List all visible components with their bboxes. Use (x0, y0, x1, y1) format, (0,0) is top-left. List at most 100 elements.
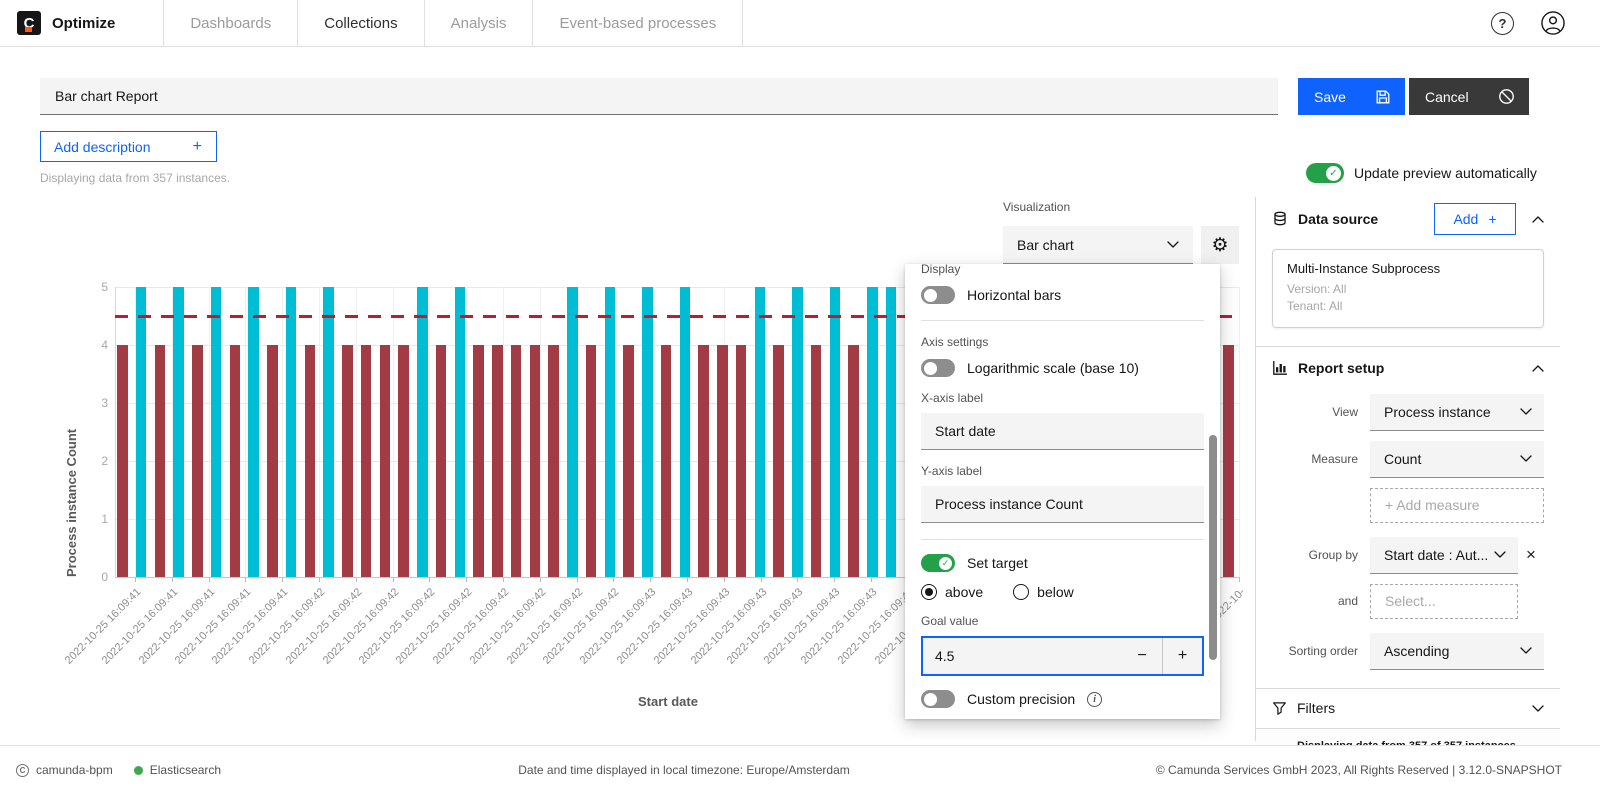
custom-precision-toggle[interactable] (921, 690, 955, 708)
measure-dropdown[interactable]: Count (1370, 441, 1544, 478)
bar (136, 287, 147, 577)
y-axis-label-input[interactable] (921, 486, 1204, 523)
filter-funnel-icon (1272, 701, 1287, 716)
filters-section-header: Filters (1256, 688, 1560, 728)
x-tick-label: 2022-10-25 16:09:43 (611, 586, 733, 708)
bar (755, 287, 766, 577)
gridline (356, 287, 357, 577)
gridline (761, 287, 762, 577)
x-tick-label: 2022-10-25 16:09:42 (206, 586, 328, 708)
info-icon[interactable]: i (1087, 692, 1102, 707)
x-tick-label: 2022-10-25 16:09:41 (95, 586, 217, 708)
x-tick-mark (613, 577, 614, 582)
save-button[interactable]: Save (1298, 78, 1405, 115)
increment-button[interactable]: + (1162, 638, 1202, 674)
bar (698, 345, 709, 577)
visualization-dropdown[interactable]: Bar chart (1003, 226, 1193, 264)
x-tick-mark (319, 577, 320, 582)
y-tick-label: 3 (82, 396, 108, 410)
bar (492, 345, 503, 577)
chart-settings-gear-button[interactable]: ⚙ (1201, 226, 1239, 264)
target-above-radio[interactable] (921, 584, 937, 600)
x-tick-label: 2022-10-25 16:09:42 (279, 586, 401, 708)
toggle-knob (924, 362, 937, 375)
report-setup-title: Report setup (1298, 360, 1522, 376)
bar (380, 345, 391, 577)
and-group-by-select[interactable]: Select... (1370, 584, 1518, 619)
report-title-input[interactable] (40, 78, 1278, 115)
y-axis-line (115, 287, 116, 577)
x-axis-label-input[interactable] (921, 413, 1204, 450)
x-tick-label: 2022-10-25 16:09:43 (574, 586, 696, 708)
x-tick-label: 2022-10-25 16:09:43 (758, 586, 880, 708)
copyright-text: © Camunda Services GmbH 2023, All Rights… (1156, 746, 1562, 794)
chevron-down-icon[interactable] (1532, 705, 1544, 712)
log-scale-toggle[interactable] (921, 359, 955, 377)
x-tick-label: 2022-10-25 16:09:41 (169, 586, 291, 708)
x-tick-label: 2022-10-25 16:09:43 (537, 586, 659, 708)
add-data-source-button[interactable]: Add + (1434, 203, 1516, 235)
gridline (209, 287, 210, 577)
bar (286, 287, 297, 577)
bar (455, 287, 466, 577)
x-tick-label: 2022-10-25 16:09:42 (500, 586, 622, 708)
y-tick-label: 2 (82, 454, 108, 468)
add-description-button[interactable]: Add description + (40, 131, 217, 162)
x-axis-title: Start date (638, 694, 698, 709)
nav-item-dashboards[interactable]: Dashboards (163, 0, 297, 46)
data-source-card[interactable]: Multi-Instance Subprocess Version: All T… (1272, 249, 1544, 328)
chevron-up-icon[interactable] (1532, 216, 1544, 223)
x-tick-mark (245, 577, 246, 582)
nav-divider (742, 0, 743, 47)
gridline (135, 287, 136, 577)
bar (567, 287, 578, 577)
decrement-button[interactable]: − (1122, 638, 1162, 674)
update-preview-toggle[interactable]: ✓ (1306, 163, 1344, 183)
help-icon[interactable]: ? (1491, 12, 1514, 35)
process-name: Multi-Instance Subprocess (1287, 261, 1529, 276)
nav-item-collections[interactable]: Collections (297, 0, 423, 46)
goal-value-input[interactable] (923, 638, 1122, 674)
target-below-radio[interactable] (1013, 584, 1029, 600)
x-tick-mark (282, 577, 283, 582)
group-by-dropdown[interactable]: Start date : Aut... (1370, 537, 1518, 574)
nav-item-analysis[interactable]: Analysis (424, 0, 533, 46)
x-tick-mark (577, 577, 578, 582)
sorting-order-dropdown[interactable]: Ascending (1370, 633, 1544, 670)
nav-item-event-based-processes[interactable]: Event-based processes (532, 0, 742, 46)
footer-elasticsearch: Elasticsearch (150, 763, 221, 777)
add-measure-button[interactable]: + Add measure (1370, 488, 1544, 523)
remove-group-by-button[interactable]: × (1518, 545, 1544, 565)
bar (342, 345, 353, 577)
footer-brand: camunda-bpm (36, 763, 113, 777)
cancel-button[interactable]: Cancel (1409, 78, 1529, 115)
top-navigation-bar: C Optimize Dashboards Collections Analys… (0, 0, 1600, 47)
popup-scrollbar-thumb[interactable] (1209, 435, 1217, 660)
data-source-section-header: Data source Add + (1256, 197, 1560, 241)
x-tick-mark (650, 577, 651, 582)
bar (398, 345, 409, 577)
x-tick-mark (724, 577, 725, 582)
bar (305, 345, 316, 577)
chevron-up-icon[interactable] (1532, 365, 1544, 372)
user-glyph (1540, 10, 1566, 36)
x-tick-mark (466, 577, 467, 582)
bar (811, 345, 822, 577)
update-preview-label: Update preview automatically (1354, 165, 1537, 181)
gridline (245, 287, 246, 577)
x-tick-mark (172, 577, 173, 582)
set-target-toggle[interactable]: ✓ (921, 554, 955, 572)
app-title: Optimize (52, 15, 115, 32)
x-tick-mark (393, 577, 394, 582)
instances-note: Displaying data from 357 instances. (40, 171, 230, 185)
user-icon[interactable] (1540, 10, 1566, 36)
gridline (393, 287, 394, 577)
gridline (503, 287, 504, 577)
logo-accent (25, 27, 32, 32)
horizontal-bars-toggle[interactable] (921, 286, 955, 304)
x-tick-label: 2022-10-25 16:09:41 (22, 586, 144, 708)
bar (211, 287, 222, 577)
gear-icon: ⚙ (1211, 234, 1228, 257)
view-dropdown[interactable]: Process instance (1370, 394, 1544, 431)
gridline (282, 287, 283, 577)
